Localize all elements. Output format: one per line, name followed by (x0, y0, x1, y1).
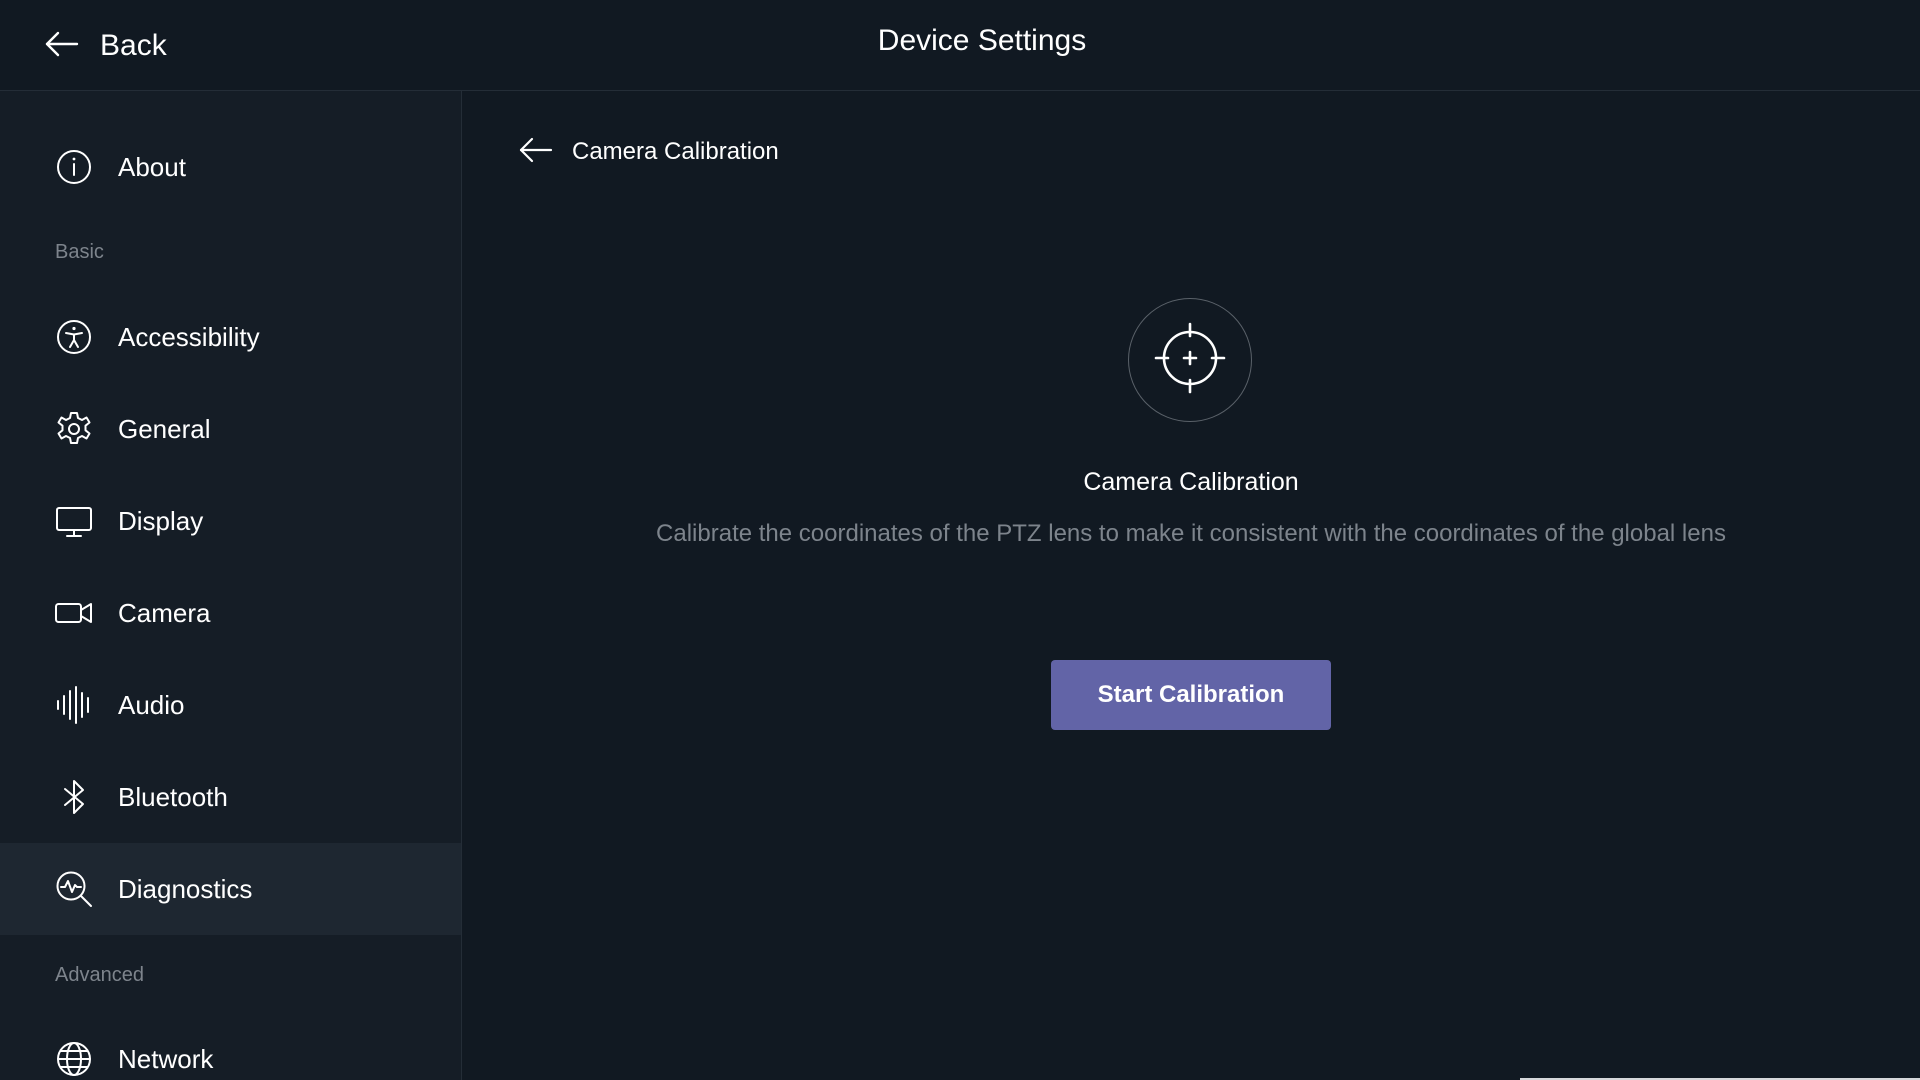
diagnostics-icon (54, 869, 94, 909)
sidebar-item-diagnostics[interactable]: Diagnostics (0, 843, 461, 935)
sidebar-item-label: Network (118, 1043, 214, 1074)
top-bar: Back Device Settings (0, 0, 1920, 91)
sidebar-item-label: About (118, 151, 186, 182)
start-calibration-button[interactable]: Start Calibration (1051, 660, 1331, 730)
section-label-basic: Basic (55, 241, 104, 263)
arrow-left-icon (518, 132, 554, 173)
sidebar-item-label: Bluetooth (118, 781, 228, 812)
calibration-description: Calibrate the coordinates of the PTZ len… (656, 520, 1726, 547)
gear-icon (54, 409, 94, 449)
sidebar-item-about[interactable]: About (0, 121, 461, 213)
calibration-icon-container (1128, 298, 1252, 422)
bluetooth-icon (54, 777, 94, 817)
subpage-back-button[interactable]: Camera Calibration (518, 132, 779, 172)
sidebar-item-label: Audio (118, 689, 185, 720)
section-label-advanced: Advanced (55, 964, 144, 986)
sidebar-item-label: Display (118, 505, 204, 536)
sidebar-item-audio[interactable]: Audio (0, 659, 461, 751)
page-title: Device Settings (877, 24, 1087, 57)
video-camera-icon (54, 593, 94, 633)
accessibility-icon (54, 317, 94, 357)
sidebar-item-label: Camera (118, 597, 211, 628)
subpage-title: Camera Calibration (572, 138, 779, 165)
sidebar: About Basic Accessibility General Displa… (0, 91, 462, 1080)
sidebar-item-general[interactable]: General (0, 383, 461, 475)
monitor-icon (54, 501, 94, 541)
device-settings-app: Back Device Settings About Basic Accessi… (0, 0, 1920, 1080)
sidebar-item-camera[interactable]: Camera (0, 567, 461, 659)
globe-icon (54, 1039, 94, 1079)
audio-wave-icon (54, 685, 94, 725)
sidebar-item-bluetooth[interactable]: Bluetooth (0, 751, 461, 843)
sidebar-item-label: Diagnostics (118, 873, 253, 904)
sidebar-item-network[interactable]: Network (0, 1013, 461, 1080)
sidebar-item-accessibility[interactable]: Accessibility (0, 291, 461, 383)
sidebar-item-label: General (118, 413, 211, 444)
sidebar-item-display[interactable]: Display (0, 475, 461, 567)
calibration-title: Camera Calibration (1083, 468, 1299, 496)
crosshair-icon (1152, 320, 1228, 401)
info-icon (54, 147, 94, 187)
sidebar-item-label: Accessibility (118, 321, 260, 352)
